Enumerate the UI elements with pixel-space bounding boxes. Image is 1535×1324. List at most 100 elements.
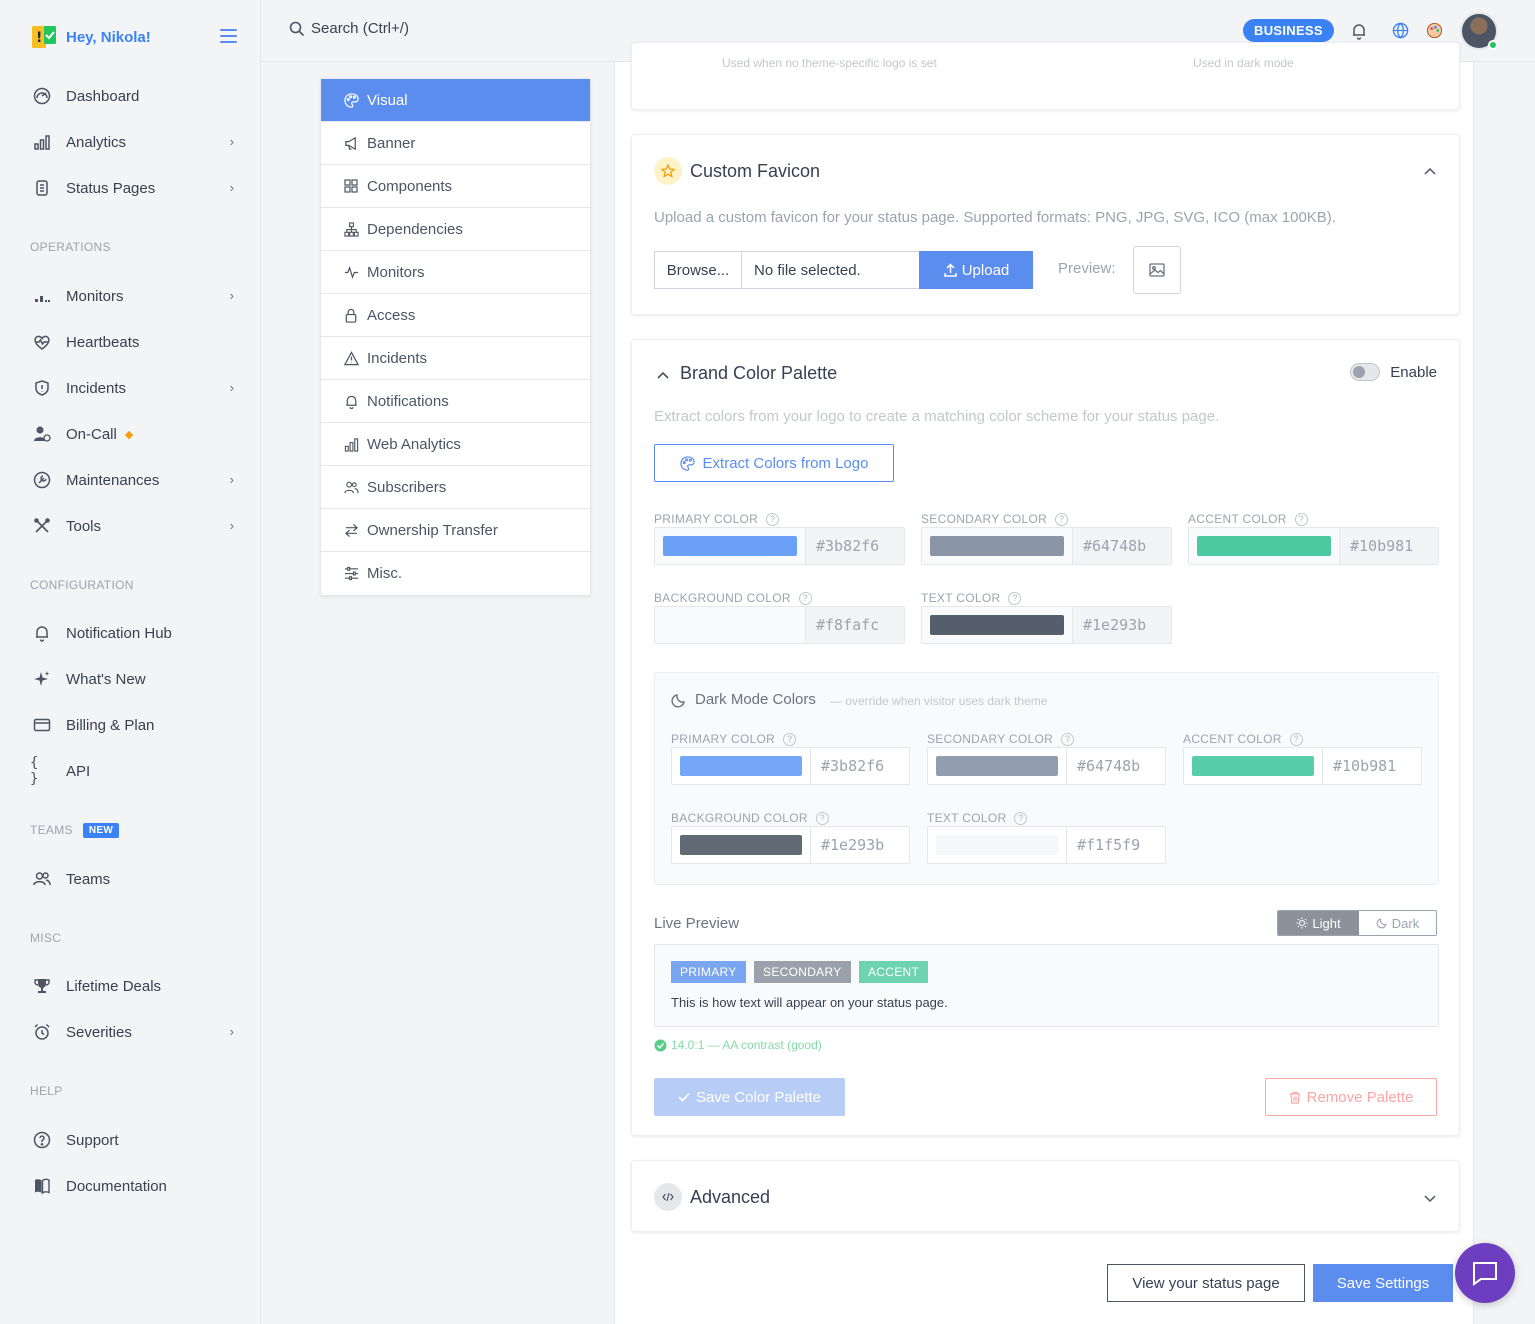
settings-menu-item-components[interactable]: Components — [321, 165, 590, 208]
help-tooltip-icon[interactable]: ? — [1289, 732, 1303, 746]
bell-icon — [30, 621, 54, 645]
background-color-field[interactable]: #1e293b — [671, 826, 910, 864]
text-color-swatch-picker[interactable] — [922, 607, 1073, 643]
background-color-hex-input[interactable]: #f8fafc — [806, 607, 879, 643]
save-palette-button[interactable]: Save Color Palette — [654, 1078, 845, 1116]
background-color-hex-input[interactable]: #1e293b — [811, 827, 884, 863]
sidebar-item-billing[interactable]: Billing & Plan — [30, 710, 240, 740]
secondary-color-field[interactable]: #64748b — [921, 527, 1172, 565]
secondary-color-swatch-picker[interactable] — [928, 748, 1067, 784]
help-tooltip-icon[interactable]: ? — [1014, 811, 1028, 825]
maintenance-icon — [30, 468, 54, 492]
chat-widget-button[interactable] — [1455, 1243, 1515, 1303]
text-color-swatch-picker[interactable] — [928, 827, 1067, 863]
settings-menu-item-banner[interactable]: Banner — [321, 122, 590, 165]
dark-mode-section: Dark Mode Colors — override when visitor… — [654, 672, 1439, 885]
text-color-field[interactable]: #f1f5f9 — [927, 826, 1166, 864]
mode-light-button[interactable]: Light — [1278, 911, 1359, 935]
help-tooltip-icon[interactable]: ? — [1055, 512, 1069, 526]
sidebar-item-heartbeats[interactable]: Heartbeats — [30, 327, 240, 357]
sidebar-item-dashboard[interactable]: Dashboard — [30, 81, 240, 111]
background-color-field[interactable]: #f8fafc — [654, 606, 905, 644]
primary-color-swatch-picker[interactable] — [672, 748, 811, 784]
help-tooltip-icon[interactable]: ? — [815, 811, 829, 825]
expand-chevron-down-icon[interactable] — [1423, 1191, 1437, 1209]
accent-color-swatch-picker[interactable] — [1184, 748, 1323, 784]
mode-dark-button[interactable]: Dark — [1359, 911, 1436, 935]
save-settings-button[interactable]: Save Settings — [1313, 1264, 1453, 1302]
settings-menu-item-monitors[interactable]: Monitors — [321, 251, 590, 294]
accent-color-field[interactable]: #10b981 — [1188, 527, 1439, 565]
sidebar-item-incidents[interactable]: Incidents › — [30, 373, 240, 403]
settings-menu-item-access[interactable]: Access — [321, 294, 590, 337]
settings-menu-item-subscribers[interactable]: Subscribers — [321, 466, 590, 509]
brand[interactable]: ! Hey, Nikola! — [30, 24, 151, 50]
help-tooltip-icon[interactable]: ? — [783, 732, 797, 746]
browse-button[interactable]: Browse... — [655, 252, 742, 288]
settings-menu-item-dependencies[interactable]: Dependencies — [321, 208, 590, 251]
extract-colors-button[interactable]: Extract Colors from Logo — [654, 444, 894, 482]
primary-color-swatch-picker[interactable] — [655, 528, 806, 564]
sidebar-item-support[interactable]: Support — [30, 1125, 240, 1155]
search-input[interactable]: Search (Ctrl+/) — [289, 20, 409, 37]
sidebar-item-tools[interactable]: Tools › — [30, 511, 240, 541]
secondary-color-field[interactable]: #64748b — [927, 747, 1166, 785]
secondary-color-swatch-picker[interactable] — [922, 528, 1073, 564]
menu-toggle-icon[interactable] — [220, 29, 237, 43]
sidebar-item-maintenances[interactable]: Maintenances › — [30, 465, 240, 495]
help-tooltip-icon[interactable]: ? — [1008, 591, 1022, 605]
background-color-swatch-picker[interactable] — [672, 827, 811, 863]
collapse-chevron-up-icon[interactable] — [1423, 163, 1437, 181]
settings-menu-item-visual[interactable]: Visual — [321, 79, 590, 122]
help-tooltip-icon[interactable]: ? — [1061, 732, 1075, 746]
accent-color-hex-input[interactable]: #10b981 — [1323, 748, 1396, 784]
text-color-hex-input[interactable]: #1e293b — [1073, 607, 1146, 643]
primary-color-hex-input[interactable]: #3b82f6 — [811, 748, 884, 784]
sidebar-item-whats-new[interactable]: What's New — [30, 664, 240, 694]
settings-menu-item-incidents[interactable]: Incidents — [321, 337, 590, 380]
user-avatar[interactable] — [1460, 12, 1498, 50]
sidebar-item-api[interactable]: { } API — [30, 755, 240, 787]
background-color-swatch — [663, 615, 797, 635]
view-status-page-button[interactable]: View your status page — [1107, 1264, 1305, 1302]
secondary-color-hex-input[interactable]: #64748b — [1067, 748, 1140, 784]
accent-color-hex-input[interactable]: #10b981 — [1340, 528, 1413, 564]
help-tooltip-icon[interactable]: ? — [1294, 512, 1308, 526]
accent-color-swatch-picker[interactable] — [1189, 528, 1340, 564]
settings-menu-item-web-analytics[interactable]: Web Analytics — [321, 423, 590, 466]
background-color-swatch-picker[interactable] — [655, 607, 806, 643]
upload-button[interactable]: Upload — [919, 251, 1033, 289]
palette-icon — [679, 455, 695, 471]
secondary-color-hex-input[interactable]: #64748b — [1073, 528, 1146, 564]
help-tooltip-icon[interactable]: ? — [798, 591, 812, 605]
sidebar-item-notification-hub[interactable]: Notification Hub — [30, 618, 240, 648]
settings-menu-item-ownership-transfer[interactable]: Ownership Transfer — [321, 509, 590, 552]
settings-menu-item-misc[interactable]: Misc. — [321, 552, 590, 595]
enable-toggle[interactable] — [1350, 363, 1381, 381]
primary-color-field[interactable]: #3b82f6 — [671, 747, 910, 785]
chat-icon — [1473, 1262, 1497, 1286]
sidebar-item-analytics[interactable]: Analytics › — [30, 127, 240, 157]
sidebar-item-lifetime-deals[interactable]: Lifetime Deals — [30, 971, 240, 1001]
help-tooltip-icon[interactable]: ? — [766, 512, 780, 526]
primary-color-hex-input[interactable]: #3b82f6 — [806, 528, 879, 564]
primary-color-field[interactable]: #3b82f6 — [654, 527, 905, 565]
theme-palette-icon[interactable] — [1426, 22, 1443, 44]
settings-menu-label: Ownership Transfer — [367, 521, 498, 539]
settings-menu-item-notifications[interactable]: Notifications — [321, 380, 590, 423]
sidebar-item-severities[interactable]: Severities › — [30, 1017, 240, 1047]
accent-color-field[interactable]: #10b981 — [1183, 747, 1422, 785]
favicon-file-input[interactable]: Browse... No file selected. — [654, 251, 920, 289]
remove-palette-button[interactable]: Remove Palette — [1265, 1078, 1437, 1116]
globe-icon[interactable] — [1392, 22, 1409, 44]
sidebar-item-teams[interactable]: Teams — [30, 864, 240, 894]
sidebar-item-status-pages[interactable]: Status Pages › — [30, 173, 240, 203]
collapse-chevron-up-icon[interactable] — [656, 367, 670, 385]
advanced-card[interactable]: Advanced — [631, 1160, 1460, 1232]
sidebar-item-documentation[interactable]: Documentation — [30, 1171, 240, 1201]
sidebar-item-monitors[interactable]: Monitors › — [30, 281, 240, 311]
sidebar-item-on-call[interactable]: On-Call ◆ — [30, 419, 240, 449]
text-color-hex-input[interactable]: #f1f5f9 — [1067, 827, 1140, 863]
text-color-field[interactable]: #1e293b — [921, 606, 1172, 644]
enable-toggle-group: Enable — [1350, 363, 1437, 381]
